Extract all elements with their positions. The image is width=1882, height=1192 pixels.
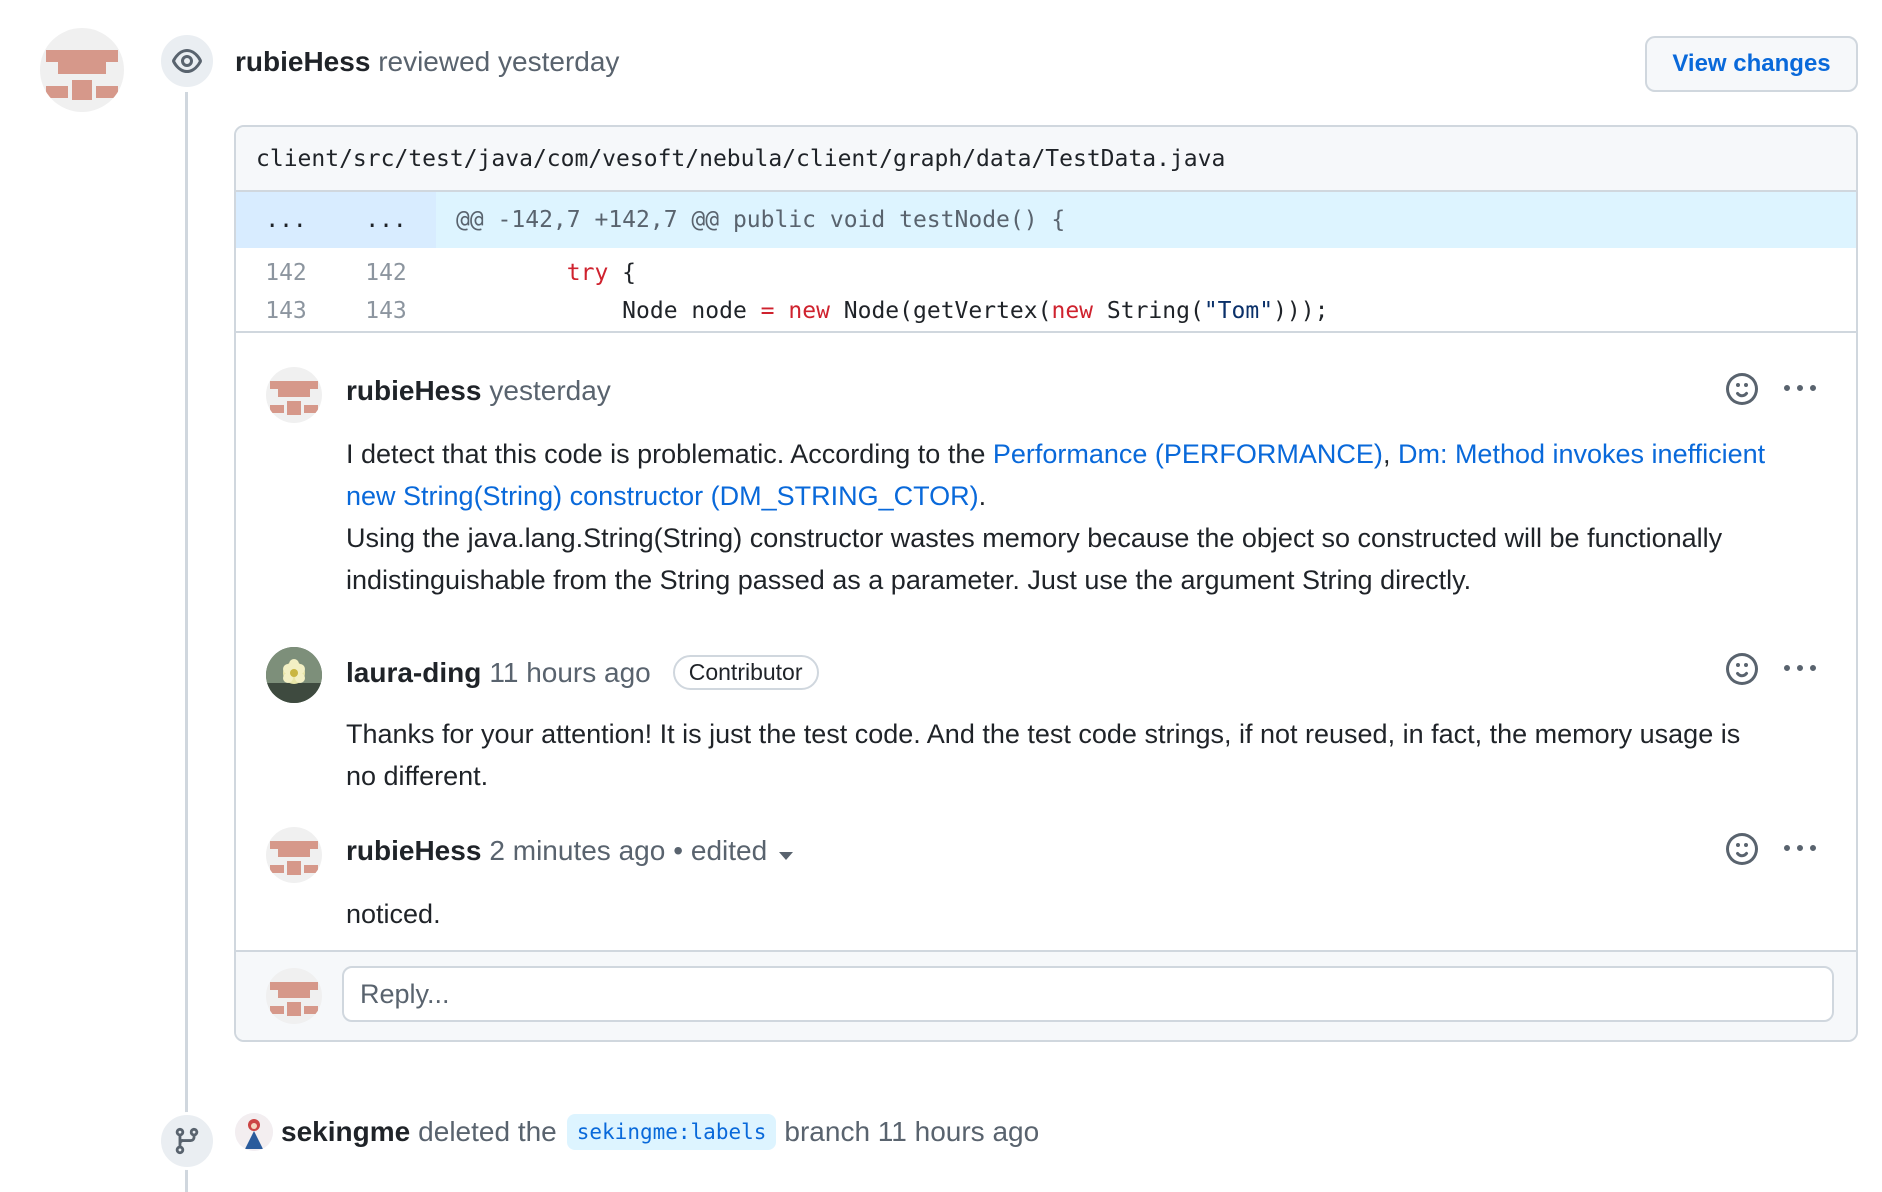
branch-name: sekingme:labels [566, 1114, 777, 1150]
branch-deleted-event: sekingme deleted the sekingme:labels bra… [235, 1113, 1039, 1151]
event-action: deleted the [418, 1116, 557, 1147]
comment-actions [1726, 373, 1816, 410]
code-row: 143 143 Node node = new Node(getVertex(n… [236, 290, 1856, 333]
comment-time[interactable]: yesterday [489, 375, 610, 407]
expand-up-button[interactable]: ... [236, 192, 336, 248]
event-author[interactable]: sekingme [281, 1116, 410, 1148]
timeline-line [185, 92, 188, 1192]
comment-author[interactable]: rubieHess [346, 835, 481, 867]
code-row: 142 142 try { [236, 248, 1856, 290]
kebab-horizontal-icon[interactable] [1784, 653, 1816, 690]
avatar[interactable] [40, 28, 124, 112]
comment-actions [1726, 833, 1816, 870]
avatar [266, 968, 322, 1024]
old-line-number[interactable]: 143 [236, 290, 336, 333]
comment-author[interactable]: laura-ding [346, 657, 481, 689]
code-line: Node node = new Node(getVertex(new Strin… [436, 290, 1856, 333]
performance-link[interactable]: Performance (PERFORMANCE) [993, 439, 1383, 469]
smiley-icon[interactable] [1726, 373, 1758, 410]
avatar[interactable] [266, 367, 322, 423]
review-comment: rubieHess yesterday I detect that this c… [266, 367, 1836, 595]
event-suffix: branch 11 hours ago [784, 1116, 1040, 1147]
view-changes-button[interactable]: View changes [1645, 36, 1858, 92]
hunk-row: ... ... @@ -142,7 +142,7 @@ public void … [236, 192, 1856, 248]
review-thread: client/src/test/java/com/vesoft/nebula/c… [234, 125, 1858, 1042]
review-comment: rubieHess 2 minutes ago • edited noticed… [266, 827, 1836, 937]
review-header: rubieHess reviewed yesterday [235, 46, 619, 78]
new-line-number[interactable]: 143 [336, 290, 436, 333]
diff-table: ... ... @@ -142,7 +142,7 @@ public void … [236, 192, 1856, 333]
review-action: reviewed [378, 46, 491, 77]
review-time[interactable]: yesterday [498, 46, 619, 77]
file-path[interactable]: client/src/test/java/com/vesoft/nebula/c… [236, 127, 1856, 192]
avatar[interactable] [266, 827, 322, 883]
new-line-number[interactable]: 142 [336, 248, 436, 290]
comment-time[interactable]: 2 minutes ago [489, 835, 665, 867]
comment-actions [1726, 653, 1816, 690]
caret-down-icon [779, 852, 794, 860]
code-line: try { [566, 260, 637, 286]
edited-dropdown[interactable]: • edited [673, 835, 794, 867]
review-comment: laura-ding 11 hours ago Contributor Than… [266, 647, 1836, 791]
comment-header: laura-ding 11 hours ago Contributor [346, 655, 819, 690]
comment-text: Using the java.lang.String(String) const… [346, 523, 1723, 595]
expand-down-button[interactable]: ... [336, 192, 436, 248]
comment-body: noticed. [346, 899, 441, 929]
kebab-horizontal-icon[interactable] [1784, 833, 1816, 870]
avatar[interactable] [266, 647, 322, 703]
contributor-badge: Contributor [672, 655, 819, 690]
comment-author[interactable]: rubieHess [346, 375, 481, 407]
hunk-header: @@ -142,7 +142,7 @@ public void testNode… [436, 192, 1856, 248]
reply-input[interactable]: Reply... [342, 966, 1834, 1022]
review-author[interactable]: rubieHess [235, 46, 370, 77]
comment-body: Thanks for your attention! It is just th… [346, 719, 1741, 791]
kebab-horizontal-icon[interactable] [1784, 373, 1816, 410]
avatar[interactable] [235, 1113, 273, 1151]
smiley-icon[interactable] [1726, 653, 1758, 690]
comment-header: rubieHess yesterday [346, 375, 611, 407]
comment-time[interactable]: 11 hours ago [489, 657, 650, 689]
comment-body: I detect that this code is problematic. … [346, 439, 1766, 595]
eye-icon [158, 32, 216, 90]
comment-header: rubieHess 2 minutes ago • edited [346, 835, 794, 867]
smiley-icon[interactable] [1726, 833, 1758, 870]
reply-bar: Reply... [236, 950, 1856, 1040]
git-branch-icon [158, 1112, 216, 1170]
old-line-number[interactable]: 142 [236, 248, 336, 290]
